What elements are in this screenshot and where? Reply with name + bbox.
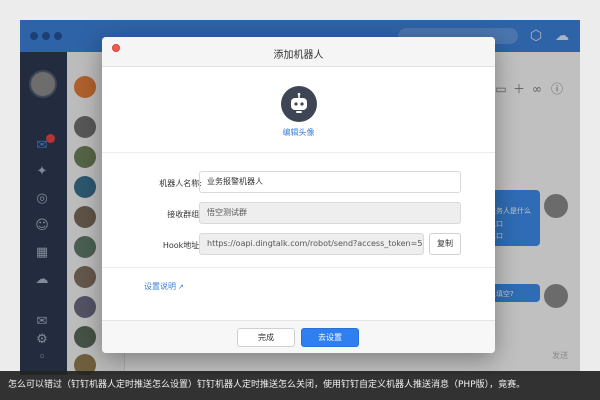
- robot-name-label: 机器人名称:: [159, 179, 202, 188]
- robot-icon: [291, 92, 307, 113]
- hook-url-field[interactable]: https://oapi.dingtalk.com/robot/send?acc…: [199, 233, 424, 255]
- caption-banner: 怎么可以错过（钉钉机器人定时推送怎么设置）钉钉机器人定时推送怎么关闭，使用钉钉自…: [0, 371, 600, 400]
- hook-label: Hook地址:: [162, 241, 202, 250]
- group-field: 悟空测试群: [199, 202, 461, 224]
- robot-name-input[interactable]: 业务报警机器人: [199, 171, 461, 193]
- divider: [102, 152, 495, 153]
- dialog-header: 添加机器人: [102, 37, 495, 67]
- copy-button[interactable]: 复制: [429, 233, 461, 255]
- go-setup-button[interactable]: 去设置: [301, 328, 359, 347]
- divider: [102, 267, 495, 268]
- robot-avatar[interactable]: [281, 86, 317, 122]
- setup-guide-link[interactable]: 设置说明 ↗: [144, 281, 184, 292]
- add-robot-dialog: 添加机器人 编辑头像 机器人名称: 业务报警机器人 接收群组: 悟空测试群 Ho…: [102, 37, 495, 353]
- done-button[interactable]: 完成: [237, 328, 295, 347]
- dialog-title: 添加机器人: [273, 50, 324, 61]
- dialog-footer: 完成 去设置: [102, 320, 495, 353]
- setup-guide-label: 设置说明: [144, 282, 176, 291]
- external-link-icon: ↗: [178, 283, 184, 291]
- group-label: 接收群组:: [167, 210, 202, 219]
- edit-avatar-link[interactable]: 编辑头像: [102, 127, 495, 138]
